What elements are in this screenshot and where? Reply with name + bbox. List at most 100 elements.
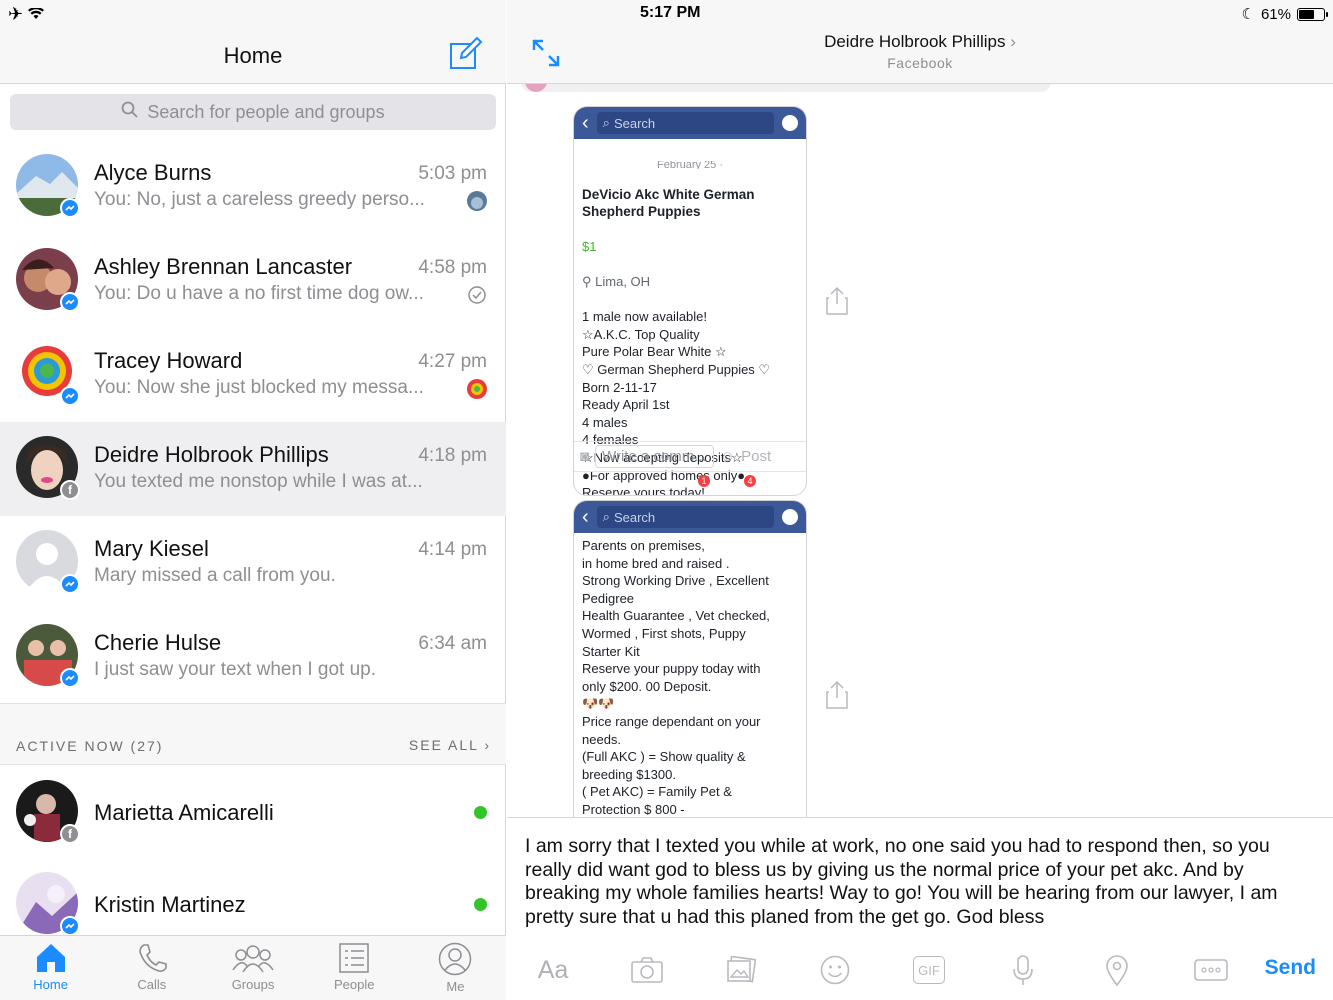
delivered-check-icon	[467, 285, 487, 305]
gif-button[interactable]: GIF	[911, 952, 947, 988]
gallery-button[interactable]	[723, 952, 759, 988]
online-indicator	[474, 806, 487, 819]
message-time: 4:58 pm	[418, 257, 487, 278]
notification-count: 4	[744, 475, 756, 487]
messenger-badge-icon	[60, 916, 80, 936]
message-preview: You: Now she just blocked my messa...	[94, 377, 424, 398]
image-message[interactable]: ‹ ⌕ Search Parents on premises, in home b…	[573, 500, 807, 817]
contact-name: Ashley Brennan Lancaster	[94, 254, 353, 279]
conversation-row-mary-kiesel[interactable]: Mary Kiesel 4:14 pm Mary missed a call f…	[0, 516, 506, 610]
send-button[interactable]: Send	[1265, 956, 1316, 980]
camera-icon	[631, 957, 663, 983]
messenger-badge-icon	[60, 386, 80, 406]
fb-search-box: ⌕ Search	[596, 506, 774, 528]
tab-home[interactable]: Home	[0, 936, 101, 1000]
location-pin-icon: ⚲	[582, 273, 592, 289]
smiley-icon	[820, 955, 850, 985]
chevron-right-icon: ›	[484, 737, 491, 753]
back-chevron-icon: ‹	[582, 111, 589, 134]
tab-label: Groups	[231, 977, 275, 992]
facebook-badge-icon: f	[60, 480, 80, 500]
more-button[interactable]	[1193, 952, 1229, 988]
message-time: 4:14 pm	[418, 539, 487, 560]
phone-icon	[138, 944, 167, 972]
voice-button[interactable]	[1005, 952, 1041, 988]
message-time: 5:03 pm	[418, 163, 487, 184]
online-indicator	[474, 898, 487, 911]
seen-avatar-icon	[467, 379, 487, 399]
emoji-icon: ☺	[719, 448, 736, 465]
listing-price: $1	[582, 238, 597, 254]
chevron-right-icon: ›	[1010, 32, 1016, 51]
tab-label: Home	[33, 977, 68, 992]
moon-icon: ☾	[1241, 6, 1255, 23]
tab-me[interactable]: Me	[405, 936, 506, 1000]
previous-message-edge	[521, 84, 1051, 92]
search-icon: ⌕	[602, 115, 610, 130]
message-preview: I just saw your text when I got up.	[94, 659, 376, 680]
contact-name: Marietta Amicarelli	[94, 800, 274, 825]
conversation-row-alyce-burns[interactable]: Alyce Burns 5:03 pm You: No, just a care…	[0, 140, 506, 234]
facebook-nav-bar: ‹ ⌕ Search	[574, 107, 806, 139]
emoji-button[interactable]	[817, 952, 853, 988]
messenger-badge-icon	[60, 292, 80, 312]
comment-placeholder: Write a comm...	[595, 445, 714, 468]
tab-label: Calls	[137, 977, 167, 992]
page-title: Home	[223, 43, 283, 68]
message-time: 6:34 am	[418, 633, 487, 654]
message-preview: You texted me nonstop while I was at...	[94, 471, 423, 492]
text-style-label: Aa	[537, 955, 569, 984]
tab-people[interactable]: People	[304, 936, 405, 1000]
listing-description: Parents on premises, in home bred and ra…	[582, 538, 770, 817]
location-button[interactable]	[1099, 952, 1135, 988]
messenger-badge-icon	[60, 198, 80, 218]
active-contact-marietta-amicarelli[interactable]: f Marietta Amicarelli	[0, 766, 506, 858]
post-date: February 25 ·	[656, 160, 724, 169]
search-icon: ⌕	[602, 509, 610, 524]
see-all-label: SEE ALL	[408, 737, 479, 753]
share-icon[interactable]	[825, 680, 849, 710]
messenger-badge-icon	[60, 668, 80, 688]
tab-label: Me	[446, 979, 465, 994]
battery-icon	[1297, 7, 1328, 21]
status-right: ☾ 61%	[1241, 5, 1328, 23]
conversation-row-ashley-brennan-lancaster[interactable]: Ashley Brennan Lancaster 4:58 pm You: Do…	[0, 234, 506, 328]
tab-groups[interactable]: Groups	[202, 936, 303, 1000]
message-thread[interactable]: ‹ ⌕ Search February 25 · DeVicio Akc Whit…	[507, 84, 1333, 817]
people-list-icon	[339, 943, 369, 973]
conversation-row-tracey-howard[interactable]: Tracey Howard 4:27 pm You: Now she just …	[0, 328, 506, 422]
gif-label: GIF	[918, 962, 940, 978]
home-icon	[36, 944, 65, 972]
contact-name: Alyce Burns	[94, 160, 212, 185]
contact-name: Cherie Hulse	[94, 630, 222, 655]
see-all-button[interactable]: SEE ALL ›	[409, 737, 491, 753]
status-time: 5:17 PM	[640, 4, 701, 21]
status-bar: ✈ 5:17 PM ☾ 61%	[0, 0, 1333, 26]
active-now-header: ACTIVE NOW (27) SEE ALL ›	[0, 703, 506, 765]
groups-icon	[232, 945, 274, 973]
message-input[interactable]: I am sorry that I texted you while at wo…	[525, 835, 1315, 929]
search-placeholder: Search for people and groups	[147, 101, 385, 122]
notification-count: 1	[698, 475, 710, 487]
message-time: 4:27 pm	[418, 351, 487, 372]
camera-button[interactable]	[629, 952, 665, 988]
text-style-button[interactable]: Aa	[535, 952, 571, 988]
conversation-pane: Deidre Holbrook Phillips › Facebook ‹ ⌕ S…	[507, 0, 1333, 1000]
conversation-row-cherie-hulse[interactable]: Cherie Hulse 6:34 am I just saw your tex…	[0, 610, 506, 704]
image-message[interactable]: ‹ ⌕ Search February 25 · DeVicio Akc Whit…	[573, 106, 807, 496]
contact-name: Mary Kiesel	[94, 536, 209, 561]
conversation-list: Alyce Burns 5:03 pm You: No, just a care…	[0, 140, 506, 704]
fb-search-label: Search	[613, 115, 656, 131]
messenger-icon	[782, 509, 798, 525]
compose-icon[interactable]	[447, 36, 483, 72]
search-input[interactable]: Search for people and groups	[10, 94, 496, 130]
profile-icon	[439, 942, 472, 976]
microphone-icon	[1013, 955, 1033, 985]
conversation-row-deidre-holbrook-phillips[interactable]: f Deidre Holbrook Phillips 4:18 pm You t…	[0, 422, 506, 516]
contact-header-button[interactable]: Deidre Holbrook Phillips ›	[507, 32, 1333, 52]
contact-source: Facebook	[887, 55, 953, 71]
facebook-nav-bar: ‹ ⌕ Search	[574, 501, 806, 533]
listing-title: DeVicio Akc White German Shepherd Puppie…	[582, 187, 755, 220]
share-icon[interactable]	[825, 286, 849, 316]
tab-calls[interactable]: Calls	[101, 936, 202, 1000]
